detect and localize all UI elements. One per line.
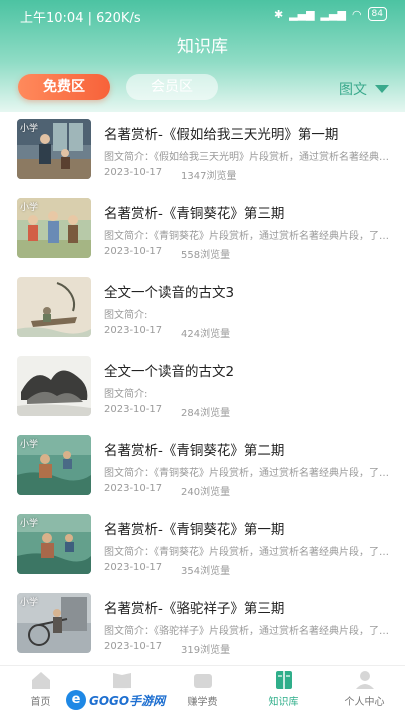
- article-date: 2023-10-17: [104, 404, 163, 415]
- article-description: 图文简介:: [104, 389, 148, 400]
- list-item[interactable]: 小学 名著赏析-《青铜葵花》第一期 图文简介：《青铜葵花》片段赏析，通过赏析名著…: [0, 507, 405, 586]
- list-item[interactable]: 全文一个读音的古文2 图文简介: 2023-10-17 284浏览量: [0, 349, 405, 428]
- article-thumbnail: 小学: [17, 198, 91, 258]
- article-title: 名著赏析-《骆驼祥子》第三期: [104, 601, 285, 617]
- list-item[interactable]: 小学 名著赏析-《假如给我三天光明》第一期 图文简介：《假如给我三天光明》片段赏…: [0, 112, 405, 191]
- wifi-icon: ◠: [351, 7, 362, 21]
- wallet-icon: [193, 674, 212, 688]
- knowledge-icon: [275, 671, 292, 689]
- thumbnail-tag: 小学: [20, 440, 39, 450]
- article-date: 2023-10-17: [104, 325, 163, 336]
- article-title: 全文一个读音的古文2: [104, 364, 235, 380]
- article-views: 424浏览量: [181, 329, 231, 340]
- article-description: 图文简介：《骆驼祥子》片段赏析，通过赏析名著经典片段，了解人物形象: [104, 626, 394, 637]
- list-item[interactable]: 全文一个读音的古文3 图文简介: 2023-10-17 424浏览量: [0, 270, 405, 349]
- tab-profile-label: 个人中心: [344, 697, 385, 708]
- watermark-logo: e GOGO手游网: [62, 688, 170, 712]
- watermark-e-icon: e: [66, 690, 86, 710]
- thumbnail-tag: 小学: [20, 124, 39, 134]
- article-thumbnail: 小学: [17, 514, 91, 574]
- tab-free-zone[interactable]: 免费区: [18, 74, 110, 100]
- thumbnail-tag: 小学: [20, 519, 39, 529]
- content-type-filter[interactable]: 图文: [339, 79, 389, 99]
- home-icon: [31, 672, 50, 689]
- article-title: 名著赏析-《假如给我三天光明》第一期: [104, 127, 339, 143]
- status-bar: 上午10:04 | 620K/s ✱ ▂▄▆ ▂▄▆ ◠ 84: [0, 0, 405, 30]
- article-description: 图文简介:: [104, 310, 148, 321]
- article-date: 2023-10-17: [104, 562, 163, 573]
- filter-label: 图文: [339, 82, 367, 98]
- article-thumbnail: [17, 277, 91, 337]
- article-date: 2023-10-17: [104, 641, 163, 652]
- article-views: 558浏览量: [181, 250, 231, 261]
- thumbnail-tag: 小学: [20, 598, 39, 608]
- article-title: 名著赏析-《青铜葵花》第二期: [104, 443, 285, 459]
- article-title: 全文一个读音的古文3: [104, 285, 235, 301]
- battery-icon: 84: [367, 7, 387, 21]
- tab-earn-label: 赚学费: [187, 697, 218, 708]
- list-item[interactable]: 小学 名著赏析-《骆驼祥子》第三期 图文简介：《骆驼祥子》片段赏析，通过赏析名著…: [0, 586, 405, 665]
- bluetooth-icon: ✱: [273, 7, 284, 21]
- user-icon: [355, 671, 374, 689]
- article-views: 284浏览量: [181, 408, 231, 419]
- tab-knowledge-label: 知识库: [268, 697, 299, 708]
- page-title: 知识库: [177, 37, 228, 57]
- article-views: 1347浏览量: [181, 171, 237, 182]
- article-thumbnail: 小学: [17, 119, 91, 179]
- book-icon: [112, 673, 131, 690]
- tab-profile[interactable]: 个人中心: [324, 670, 405, 708]
- article-date: 2023-10-17: [104, 167, 163, 178]
- article-date: 2023-10-17: [104, 483, 163, 494]
- article-description: 图文简介：《青铜葵花》片段赏析，通过赏析名著经典片段，了解人物形象: [104, 547, 394, 558]
- status-time-speed: 上午10:04 | 620K/s: [20, 11, 141, 26]
- thumbnail-tag: 小学: [20, 203, 39, 213]
- article-date: 2023-10-17: [104, 246, 163, 257]
- article-thumbnail: [17, 356, 91, 416]
- list-item[interactable]: 小学 名著赏析-《青铜葵花》第二期 图文简介：《青铜葵花》片段赏析，通过赏析名著…: [0, 428, 405, 507]
- tab-study[interactable]: [81, 670, 162, 690]
- chevron-down-icon: [375, 85, 389, 93]
- tab-member-zone[interactable]: 会员区: [126, 74, 218, 100]
- bottom-tab-bar: 首页 赚学费 知识库 个人中心: [0, 665, 405, 720]
- article-views: 319浏览量: [181, 645, 231, 656]
- article-views: 240浏览量: [181, 487, 231, 498]
- article-views: 354浏览量: [181, 566, 231, 577]
- article-title: 名著赏析-《青铜葵花》第三期: [104, 206, 285, 222]
- article-thumbnail: 小学: [17, 435, 91, 495]
- article-title: 名著赏析-《青铜葵花》第一期: [104, 522, 285, 538]
- article-list: 小学 名著赏析-《假如给我三天光明》第一期 图文简介：《假如给我三天光明》片段赏…: [0, 112, 405, 665]
- article-description: 图文简介：《青铜葵花》片段赏析，通过赏析名著经典片段，了解人物形象: [104, 231, 394, 242]
- signal-icon: ▂▄▆: [289, 7, 315, 21]
- tab-earn[interactable]: 赚学费: [162, 670, 243, 708]
- status-icons: ✱ ▂▄▆ ▂▄▆ ◠ 84: [274, 7, 387, 21]
- watermark-text: GOGO手游网: [89, 693, 166, 708]
- article-thumbnail: 小学: [17, 593, 91, 653]
- header-background: 上午10:04 | 620K/s ✱ ▂▄▆ ▂▄▆ ◠ 84 知识库 免费区 …: [0, 0, 405, 112]
- article-description: 图文简介：《假如给我三天光明》片段赏析，通过赏析名著经典片段，了解人物形象: [104, 152, 394, 163]
- tab-knowledge[interactable]: 知识库: [243, 670, 324, 708]
- article-description: 图文简介：《青铜葵花》片段赏析，通过赏析名著经典片段，了解人物形象: [104, 468, 394, 479]
- signal-2-icon: ▂▄▆: [320, 7, 346, 21]
- list-item[interactable]: 小学 名著赏析-《青铜葵花》第三期 图文简介：《青铜葵花》片段赏析，通过赏析名著…: [0, 191, 405, 270]
